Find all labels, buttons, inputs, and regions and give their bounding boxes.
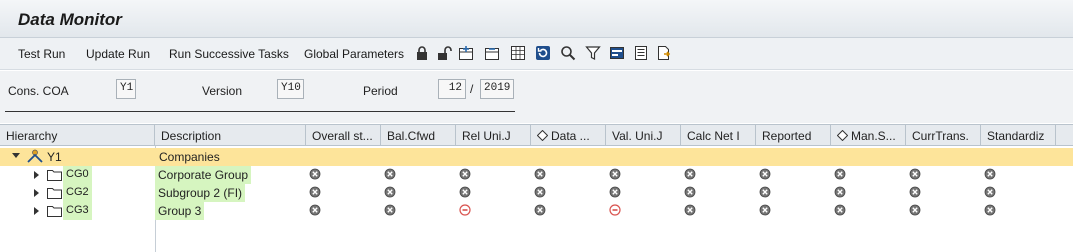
status-cross-icon[interactable]	[984, 168, 996, 180]
status-cross-icon[interactable]	[609, 186, 621, 198]
collapse-arrow-icon[interactable]	[12, 153, 20, 158]
status-cross-icon[interactable]	[834, 168, 846, 180]
zoom-icon[interactable]	[560, 45, 576, 61]
col-data-label: Data ...	[551, 129, 590, 143]
col-standardiz[interactable]: Standardiz	[981, 125, 1056, 146]
status-cross-icon[interactable]	[309, 204, 321, 216]
selection-area: Cons. COA Y1 Version Y10 Period 12 / 201…	[0, 71, 1073, 123]
remove-column-icon[interactable]	[484, 45, 500, 61]
expand-arrow-icon[interactable]	[34, 207, 39, 215]
row-description: Corporate Group	[155, 166, 252, 184]
diamond-icon	[537, 130, 548, 141]
update-run-button[interactable]: Update Run	[86, 47, 150, 61]
row-description: Group 3	[155, 202, 205, 220]
version-field[interactable]: Y10	[277, 79, 304, 99]
status-cross-icon[interactable]	[759, 168, 771, 180]
table-row[interactable]: CG0 Corporate Group	[0, 166, 1073, 184]
version-label: Version	[202, 84, 243, 98]
folder-icon	[47, 170, 62, 181]
grid-header: Hierarchy Description Overall st... Bal.…	[0, 125, 1073, 146]
col-reported[interactable]: Reported	[756, 125, 831, 146]
row-description: Companies	[159, 150, 220, 164]
period-field[interactable]: 12	[438, 79, 466, 99]
col-overall-status[interactable]: Overall st...	[306, 125, 381, 146]
node-label: CG2	[63, 184, 92, 202]
toolbar: Test Run Update Run Run Successive Tasks…	[0, 38, 1073, 70]
table-row[interactable]: Y1 Companies	[0, 148, 1073, 166]
status-cross-icon[interactable]	[309, 168, 321, 180]
period-label: Period	[363, 84, 398, 98]
col-description[interactable]: Description	[155, 125, 306, 146]
title-bar: Data Monitor	[0, 0, 1073, 38]
status-minus-icon[interactable]	[459, 204, 471, 216]
col-rel-uni-j[interactable]: Rel Uni.J	[456, 125, 531, 146]
col-hierarchy[interactable]: Hierarchy	[0, 125, 155, 146]
cons-coa-label: Cons. COA	[8, 84, 69, 98]
col-calc-net-i[interactable]: Calc Net I	[681, 125, 756, 146]
year-field[interactable]: 2019	[480, 79, 514, 99]
test-run-button[interactable]: Test Run	[18, 47, 65, 61]
status-cross-icon[interactable]	[534, 186, 546, 198]
cons-coa-field[interactable]: Y1	[116, 79, 136, 99]
status-cross-icon[interactable]	[459, 168, 471, 180]
node-label: CG3	[63, 202, 92, 220]
col-curr-trans[interactable]: CurrTrans.	[906, 125, 981, 146]
status-cross-icon[interactable]	[759, 204, 771, 216]
expand-arrow-icon[interactable]	[34, 189, 39, 197]
filter-icon[interactable]	[585, 45, 601, 61]
group-hierarchy-icon	[27, 149, 43, 163]
lock-icon[interactable]	[414, 45, 430, 61]
status-cross-icon[interactable]	[984, 186, 996, 198]
add-column-icon[interactable]	[458, 45, 474, 61]
refresh-icon[interactable]	[535, 45, 551, 61]
folder-icon	[47, 188, 62, 199]
period-separator: /	[470, 82, 474, 96]
status-cross-icon[interactable]	[459, 186, 471, 198]
export-icon[interactable]	[656, 45, 672, 61]
status-cross-icon[interactable]	[909, 186, 921, 198]
status-cross-icon[interactable]	[684, 168, 696, 180]
col-man-s-label: Man.S...	[851, 129, 896, 143]
table-row[interactable]: CG2 Subgroup 2 (FI)	[0, 184, 1073, 202]
display-icon[interactable]	[609, 45, 625, 61]
status-cross-icon[interactable]	[909, 168, 921, 180]
status-cross-icon[interactable]	[684, 186, 696, 198]
status-cross-icon[interactable]	[384, 204, 396, 216]
unlock-icon[interactable]	[436, 45, 452, 61]
node-label: Y1	[47, 150, 62, 164]
status-cross-icon[interactable]	[384, 168, 396, 180]
page-title: Data Monitor	[18, 10, 122, 29]
col-val-uni-j[interactable]: Val. Uni.J	[606, 125, 681, 146]
diamond-icon	[837, 130, 848, 141]
col-bal-cfwd[interactable]: Bal.Cfwd	[381, 125, 456, 146]
status-cross-icon[interactable]	[759, 186, 771, 198]
status-cross-icon[interactable]	[309, 186, 321, 198]
status-cross-icon[interactable]	[834, 186, 846, 198]
status-cross-icon[interactable]	[534, 168, 546, 180]
divider	[5, 111, 515, 112]
list-icon[interactable]	[633, 45, 649, 61]
global-parameters-button[interactable]: Global Parameters	[304, 47, 404, 61]
hierarchy-grid: Hierarchy Description Overall st... Bal.…	[0, 124, 1073, 252]
status-cross-icon[interactable]	[534, 204, 546, 216]
status-cross-icon[interactable]	[984, 204, 996, 216]
status-minus-icon[interactable]	[609, 204, 621, 216]
row-description: Subgroup 2 (FI)	[155, 184, 246, 202]
run-successive-tasks-button[interactable]: Run Successive Tasks	[169, 47, 289, 61]
status-cross-icon[interactable]	[684, 204, 696, 216]
status-cross-icon[interactable]	[384, 186, 396, 198]
expand-arrow-icon[interactable]	[34, 171, 39, 179]
status-cross-icon[interactable]	[909, 204, 921, 216]
status-cross-icon[interactable]	[609, 168, 621, 180]
node-label: CG0	[63, 166, 92, 184]
status-cross-icon[interactable]	[834, 204, 846, 216]
spreadsheet-icon[interactable]	[510, 45, 526, 61]
table-row[interactable]: CG3 Group 3	[0, 202, 1073, 220]
folder-icon	[47, 206, 62, 217]
